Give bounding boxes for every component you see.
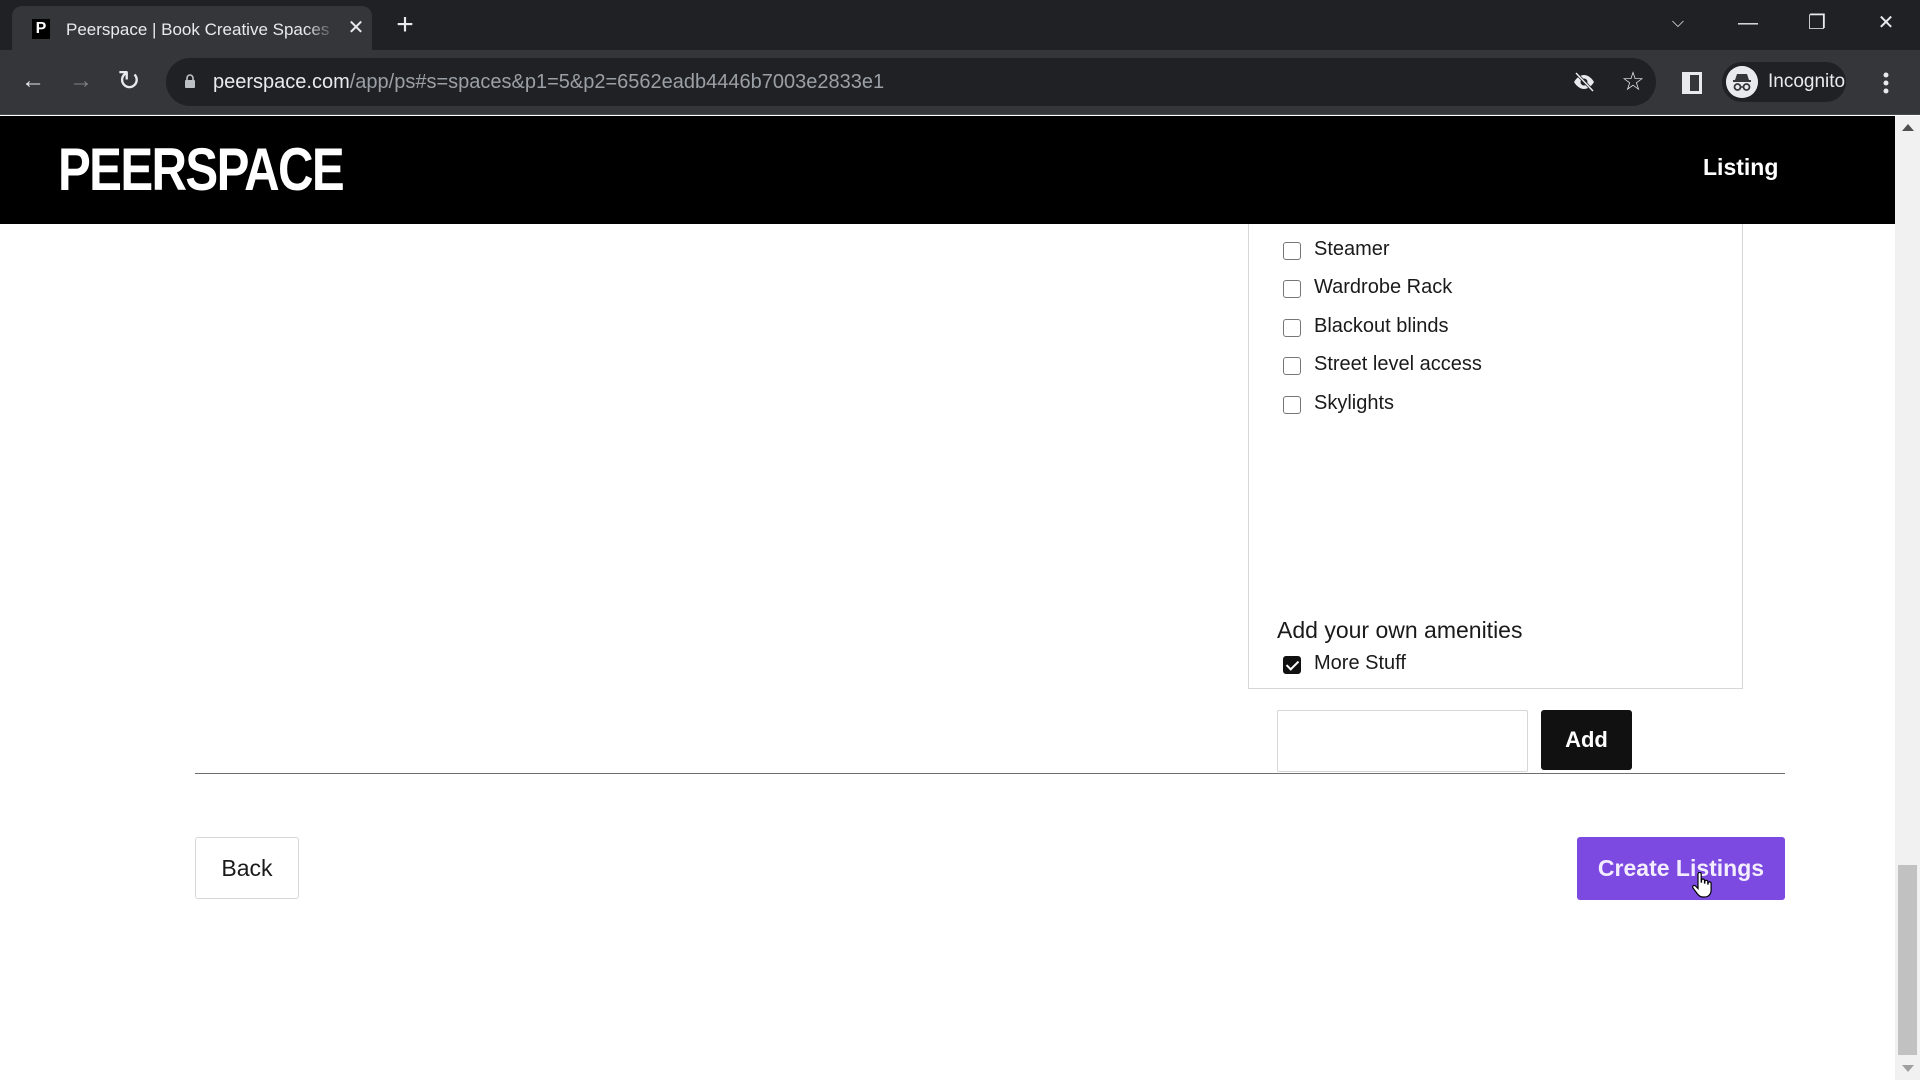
incognito-label: Incognito [1768,71,1846,92]
browser-menu-icon[interactable] [1876,68,1896,98]
peerspace-logo[interactable]: PEERSPACE [58,138,345,202]
add-amenity-button[interactable]: Add [1541,710,1632,770]
hand-pointer-cursor-icon [1692,872,1712,898]
amenities-panel: Steamer Wardrobe Rack Blackout blinds St… [1248,176,1743,772]
amenity-label: Street level access [1314,353,1482,375]
url-host: peerspace.com [213,71,350,93]
tab-title: Peerspace | Book Creative Spaces [66,20,336,40]
eye-off-icon[interactable] [1572,70,1596,94]
page-viewport: PEERSPACE Listing Steamer Wardrobe Rack … [0,116,1895,1080]
tab-close-icon[interactable]: ✕ [344,16,368,40]
site-header: PEERSPACE Listing [0,116,1895,224]
amenity-checkbox[interactable] [1283,396,1301,414]
amenity-checkbox[interactable] [1283,357,1301,375]
page-scrollbar[interactable] [1895,116,1920,1080]
tab-search-icon[interactable]: ⌵ [1658,8,1698,38]
peerspace-favicon-icon: P [32,19,50,39]
forward-arrow-icon[interactable]: → [64,64,98,98]
custom-amenities-heading: Add your own amenities [1277,617,1523,643]
restore-button[interactable]: ❐ [1797,8,1837,38]
incognito-icon [1726,66,1758,98]
url-text[interactable]: peerspace.com/app/ps#s=spaces&p1=5&p2=65… [213,71,884,94]
section-divider [195,773,1785,774]
profile-button[interactable]: Incognito [1722,62,1846,102]
url-path: /app/ps#s=spaces&p1=5&p2=6562eadb4446b70… [349,71,885,93]
custom-amenity-checkbox-checked[interactable] [1283,656,1301,674]
minimize-button[interactable]: — [1728,8,1768,38]
amenity-label: Steamer [1314,238,1390,260]
back-arrow-icon[interactable]: ← [16,64,50,98]
amenity-checkbox[interactable] [1283,319,1301,337]
new-tab-button[interactable]: + [390,10,420,40]
custom-amenity-input[interactable] [1277,710,1528,772]
side-panel-icon[interactable] [1682,72,1702,94]
scroll-up-arrow-icon[interactable] [1902,124,1914,131]
scroll-down-arrow-icon[interactable] [1902,1065,1914,1072]
reload-icon[interactable]: ↻ [112,64,146,98]
amenity-label: Blackout blinds [1314,315,1449,337]
scrollbar-thumb[interactable] [1898,865,1917,1055]
browser-tab-strip: P Peerspace | Book Creative Spaces ✕ + ⌵… [0,0,1920,50]
address-bar[interactable]: peerspace.com/app/ps#s=spaces&p1=5&p2=65… [166,58,1656,106]
nav-listing-link[interactable]: Listing [1703,154,1778,181]
create-listings-button[interactable]: Create Listings [1577,837,1785,900]
amenity-label: More Stuff [1314,652,1406,674]
window-close-button[interactable]: ✕ [1866,8,1906,38]
lock-icon[interactable] [184,74,196,88]
bookmark-star-icon[interactable]: ☆ [1620,68,1646,94]
browser-toolbar: ← → ↻ peerspace.com/app/ps#s=spaces&p1=5… [0,50,1920,115]
amenity-checkbox[interactable] [1283,242,1301,260]
amenity-label: Skylights [1314,392,1395,414]
browser-tab[interactable]: P Peerspace | Book Creative Spaces ✕ [12,6,372,50]
back-button[interactable]: Back [195,837,299,899]
amenity-label: Wardrobe Rack [1314,276,1453,298]
amenity-checkbox[interactable] [1283,280,1301,298]
